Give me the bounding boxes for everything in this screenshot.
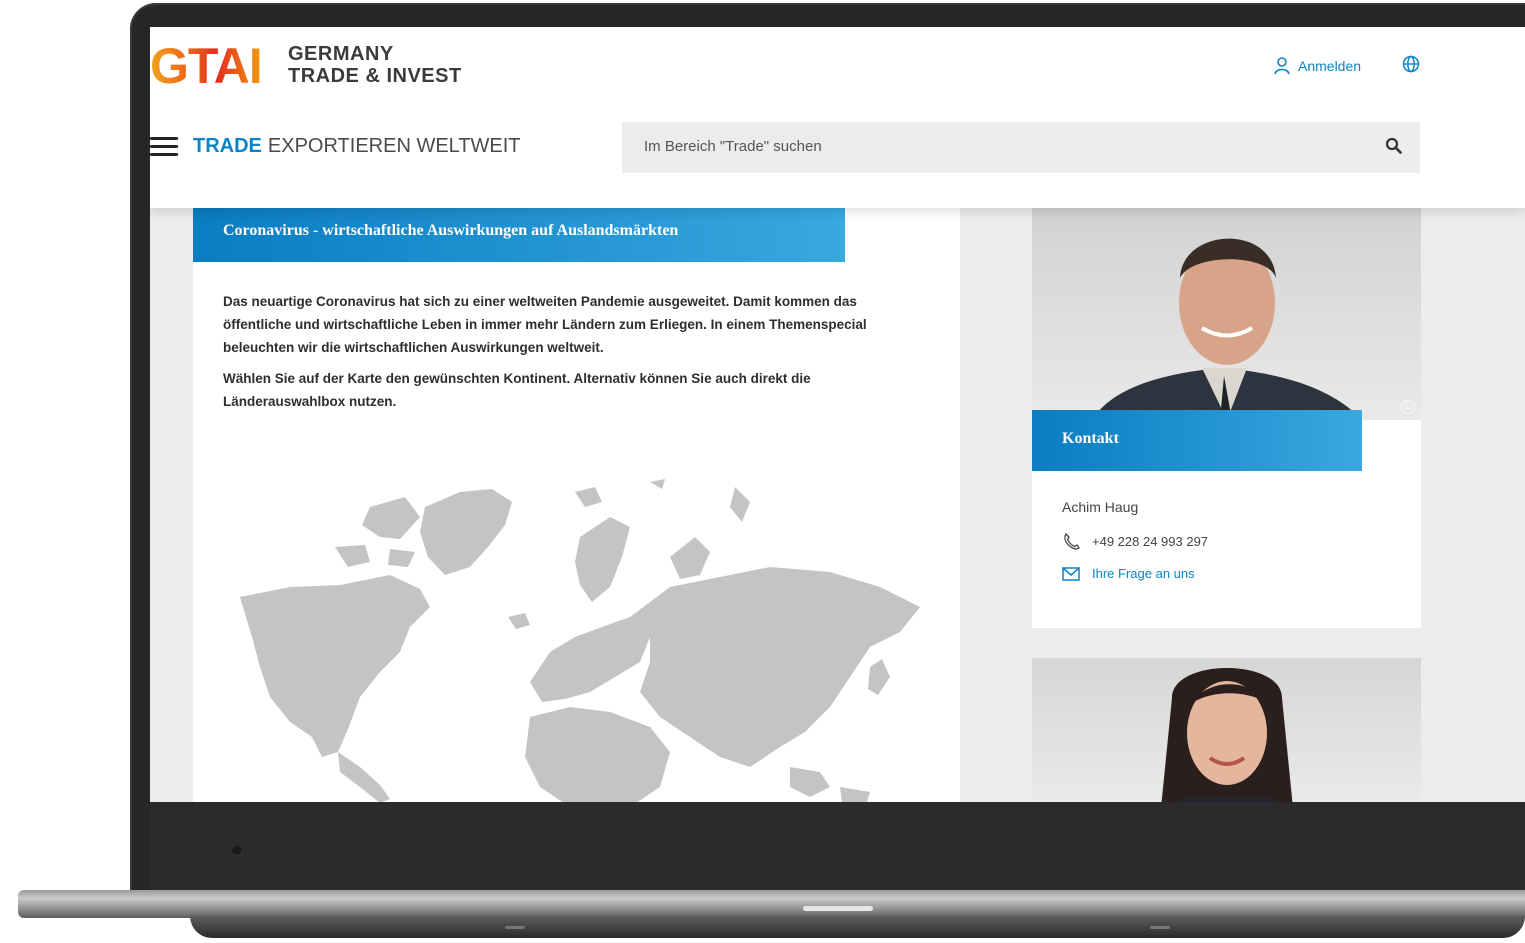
logo-wordmark[interactable]: GERMANY TRADE & INVEST bbox=[288, 43, 462, 87]
contact-mail-link[interactable]: Ihre Frage an uns bbox=[1062, 566, 1195, 581]
contact-photo-1: © bbox=[1032, 208, 1421, 420]
laptop-notch bbox=[803, 906, 873, 911]
map-north-america bbox=[240, 575, 430, 757]
login-link[interactable]: Anmelden bbox=[1274, 57, 1361, 75]
map-iceland bbox=[508, 613, 530, 629]
site-header: GTAI GERMANY TRADE & INVEST Anmelden TRA… bbox=[150, 27, 1525, 208]
camera-dot bbox=[231, 844, 243, 856]
globe-icon bbox=[1402, 55, 1420, 73]
section-title[interactable]: TRADE EXPORTIEREN WELTWEIT bbox=[193, 135, 521, 158]
laptop-foot-right bbox=[1150, 926, 1170, 929]
person-portrait bbox=[1092, 238, 1362, 420]
copyright-icon[interactable]: © bbox=[1401, 400, 1415, 414]
map-se-asia bbox=[790, 767, 870, 802]
contact-phone-number: +49 228 24 993 297 bbox=[1092, 533, 1209, 549]
contact-heading-banner: Kontakt bbox=[1032, 410, 1362, 471]
map-scandinavia bbox=[575, 517, 630, 602]
map-japan bbox=[868, 659, 890, 695]
search-bar bbox=[622, 122, 1420, 173]
map-arctic-islands bbox=[335, 497, 420, 567]
map-africa-north bbox=[525, 707, 670, 802]
login-label: Anmelden bbox=[1298, 58, 1362, 74]
laptop-bezel-bottom bbox=[150, 802, 1525, 890]
world-map[interactable] bbox=[230, 467, 930, 802]
corona-banner[interactable]: Coronavirus - wirtschaftliche Auswirkung… bbox=[193, 208, 845, 262]
contact-name: Achim Haug bbox=[1062, 499, 1139, 515]
gtai-logo[interactable]: GTAI bbox=[150, 41, 263, 91]
laptop-base bbox=[18, 890, 1525, 918]
logo-line-2: TRADE & INVEST bbox=[288, 65, 462, 87]
person-portrait-2 bbox=[1161, 668, 1293, 802]
phone-icon bbox=[1064, 532, 1080, 550]
contact-phone[interactable]: +49 228 24 993 297 bbox=[1062, 532, 1208, 550]
section-highlight: TRADE bbox=[193, 135, 262, 157]
section-subtitle: EXPORTIEREN WELTWEIT bbox=[267, 135, 521, 157]
laptop-base-foot bbox=[190, 916, 1525, 938]
language-switcher[interactable] bbox=[1402, 55, 1420, 78]
map-svalbard bbox=[575, 479, 750, 522]
banner-title: Coronavirus - wirtschaftliche Auswirkung… bbox=[223, 222, 679, 239]
laptop-foot-left bbox=[505, 926, 525, 929]
browser-screen: GTAI GERMANY TRADE & INVEST Anmelden TRA… bbox=[150, 27, 1525, 802]
contact-title: Kontakt bbox=[1062, 430, 1119, 447]
map-europe bbox=[530, 617, 650, 702]
map-central-america bbox=[338, 752, 390, 802]
mail-icon bbox=[1062, 566, 1080, 581]
map-greenland bbox=[420, 489, 512, 575]
contact-mail-label: Ihre Frage an uns bbox=[1092, 566, 1195, 581]
instruction-paragraph: Wählen Sie auf der Karte den gewünschten… bbox=[223, 371, 811, 409]
map-russia-east bbox=[670, 537, 710, 579]
user-icon bbox=[1274, 57, 1290, 75]
search-icon[interactable] bbox=[1385, 137, 1403, 155]
contact-photo-2 bbox=[1032, 658, 1421, 802]
intro-paragraph: Das neuartige Coronavirus hat sich zu ei… bbox=[223, 294, 867, 355]
hamburger-icon[interactable] bbox=[150, 137, 178, 157]
search-input[interactable] bbox=[642, 137, 1346, 156]
logo-line-1: GERMANY bbox=[288, 43, 394, 65]
